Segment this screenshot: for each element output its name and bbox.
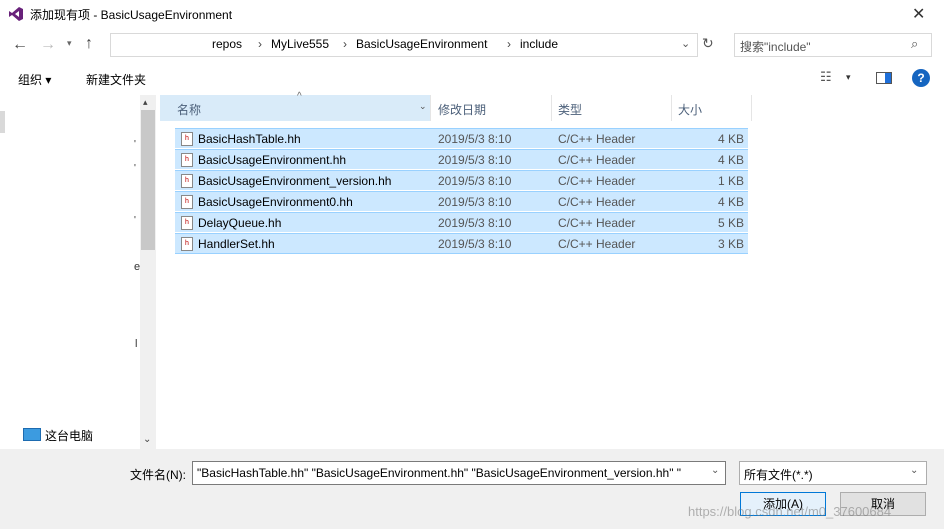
- file-size: 4 KB: [717, 195, 744, 209]
- back-arrow-icon[interactable]: ←: [12, 36, 28, 54]
- file-row[interactable]: h BasicUsageEnvironment0.hh 2019/5/3 8:1…: [175, 191, 748, 211]
- toolbar: 组织 ▾ 新建文件夹 ☷ ▾ ?: [0, 64, 944, 94]
- column-date[interactable]: 修改日期: [438, 101, 486, 118]
- breadcrumb-include[interactable]: include: [520, 37, 558, 51]
- file-name: BasicUsageEnvironment0.hh: [198, 195, 353, 209]
- recent-locations-icon[interactable]: ▾: [67, 38, 72, 49]
- file-row[interactable]: h BasicUsageEnvironment.hh 2019/5/3 8:10…: [175, 149, 748, 169]
- filename-input[interactable]: "BasicHashTable.hh" "BasicUsageEnvironme…: [192, 461, 726, 485]
- close-icon[interactable]: ✕: [912, 4, 925, 24]
- title-bar: 添加现有项 - BasicUsageEnvironment ✕: [0, 0, 944, 28]
- file-name: BasicUsageEnvironment.hh: [198, 153, 347, 167]
- nav-item-this-pc[interactable]: 这台电脑: [45, 427, 93, 444]
- column-separator[interactable]: [751, 95, 752, 121]
- file-type: C/C++ Header: [558, 216, 636, 230]
- preview-pane-icon[interactable]: [876, 72, 892, 84]
- file-date: 2019/5/3 8:10: [438, 237, 512, 251]
- scroll-down-icon[interactable]: ⌄: [143, 434, 151, 445]
- filename-history-dropdown-icon[interactable]: ⌄: [709, 465, 720, 476]
- forward-arrow-icon[interactable]: →: [40, 36, 56, 54]
- new-folder-button[interactable]: 新建文件夹: [86, 71, 146, 88]
- file-size: 5 KB: [717, 216, 744, 230]
- file-type: C/C++ Header: [558, 153, 636, 167]
- watermark: https://blog.csdn.net/m0_37600684: [688, 504, 892, 519]
- filename-label: 文件名(N):: [130, 468, 186, 482]
- window-title: 添加现有项 - BasicUsageEnvironment: [30, 8, 233, 22]
- scroll-up-icon[interactable]: ▴: [143, 97, 148, 108]
- breadcrumb-separator[interactable]: ›: [343, 37, 347, 51]
- breadcrumb-basicusageenvironment[interactable]: BasicUsageEnvironment: [356, 37, 487, 51]
- nav-edge-mark: ': [134, 215, 136, 226]
- nav-edge-mark: ': [134, 163, 136, 174]
- file-size: 4 KB: [717, 132, 744, 146]
- breadcrumb-separator[interactable]: ›: [258, 37, 262, 51]
- file-date: 2019/5/3 8:10: [438, 153, 512, 167]
- breadcrumb-repos[interactable]: repos: [212, 37, 242, 51]
- file-size: 1 KB: [717, 174, 744, 188]
- view-options-dropdown-icon[interactable]: ▾: [846, 72, 851, 83]
- file-type: C/C++ Header: [558, 132, 636, 146]
- file-size: 4 KB: [717, 153, 744, 167]
- header-file-icon: h: [181, 153, 193, 167]
- file-name: HandlerSet.hh: [198, 237, 275, 251]
- header-file-icon: h: [181, 237, 193, 251]
- this-pc-icon: [23, 428, 41, 441]
- filetype-value: 所有文件(*.*): [744, 468, 813, 482]
- search-box[interactable]: 搜索"include" ⌕: [734, 33, 932, 57]
- navigation-pane[interactable]: ' ' ' e l 这台电脑: [0, 95, 158, 449]
- file-date: 2019/5/3 8:10: [438, 174, 512, 188]
- file-row[interactable]: h BasicHashTable.hh 2019/5/3 8:10 C/C++ …: [175, 128, 748, 148]
- nav-edge-mark: l: [135, 338, 138, 350]
- filetype-select[interactable]: 所有文件(*.*) ⌄: [739, 461, 927, 485]
- search-input[interactable]: 搜索"include": [740, 38, 811, 55]
- file-type: C/C++ Header: [558, 237, 636, 251]
- column-filter-dropdown-icon[interactable]: ⌄: [419, 101, 427, 112]
- breadcrumb-mylive555[interactable]: MyLive555: [271, 37, 329, 51]
- view-options-icon[interactable]: ☷: [820, 69, 832, 85]
- file-type: C/C++ Header: [558, 195, 636, 209]
- header-file-icon: h: [181, 132, 193, 146]
- help-icon[interactable]: ?: [912, 69, 930, 87]
- nav-pane-edge: [0, 111, 5, 133]
- column-type[interactable]: 类型: [558, 101, 582, 118]
- refresh-icon[interactable]: ↻: [702, 35, 714, 52]
- chevron-down-icon[interactable]: ⌄: [910, 465, 918, 476]
- file-name: BasicHashTable.hh: [198, 132, 301, 146]
- file-name: DelayQueue.hh: [198, 216, 282, 230]
- file-type: C/C++ Header: [558, 174, 636, 188]
- header-file-icon: h: [181, 216, 193, 230]
- file-name: BasicUsageEnvironment_version.hh: [198, 174, 392, 188]
- up-arrow-icon[interactable]: ↑: [85, 35, 93, 53]
- sort-ascending-icon: ^: [297, 91, 302, 102]
- organize-menu[interactable]: 组织 ▾: [18, 71, 51, 88]
- nav-scrollbar-thumb[interactable]: [141, 110, 155, 250]
- header-file-icon: h: [181, 195, 193, 209]
- file-date: 2019/5/3 8:10: [438, 195, 512, 209]
- column-separator[interactable]: [430, 95, 431, 121]
- breadcrumb-separator[interactable]: ›: [507, 37, 511, 51]
- address-dropdown-icon[interactable]: ⌄: [681, 37, 690, 50]
- column-size[interactable]: 大小: [678, 101, 702, 118]
- file-row[interactable]: h HandlerSet.hh 2019/5/3 8:10 C/C++ Head…: [175, 233, 748, 254]
- column-name[interactable]: 名称: [177, 101, 201, 118]
- file-row[interactable]: h BasicUsageEnvironment_version.hh 2019/…: [175, 170, 748, 190]
- column-separator[interactable]: [671, 95, 672, 121]
- column-separator[interactable]: [551, 95, 552, 121]
- file-date: 2019/5/3 8:10: [438, 132, 512, 146]
- search-icon[interactable]: ⌕: [911, 36, 918, 52]
- file-row[interactable]: h DelayQueue.hh 2019/5/3 8:10 C/C++ Head…: [175, 212, 748, 232]
- file-date: 2019/5/3 8:10: [438, 216, 512, 230]
- nav-edge-mark: ': [134, 139, 136, 150]
- file-size: 3 KB: [717, 237, 744, 251]
- visual-studio-icon: [9, 7, 23, 21]
- filename-value: "BasicHashTable.hh" "BasicUsageEnvironme…: [197, 466, 682, 480]
- header-file-icon: h: [181, 174, 193, 188]
